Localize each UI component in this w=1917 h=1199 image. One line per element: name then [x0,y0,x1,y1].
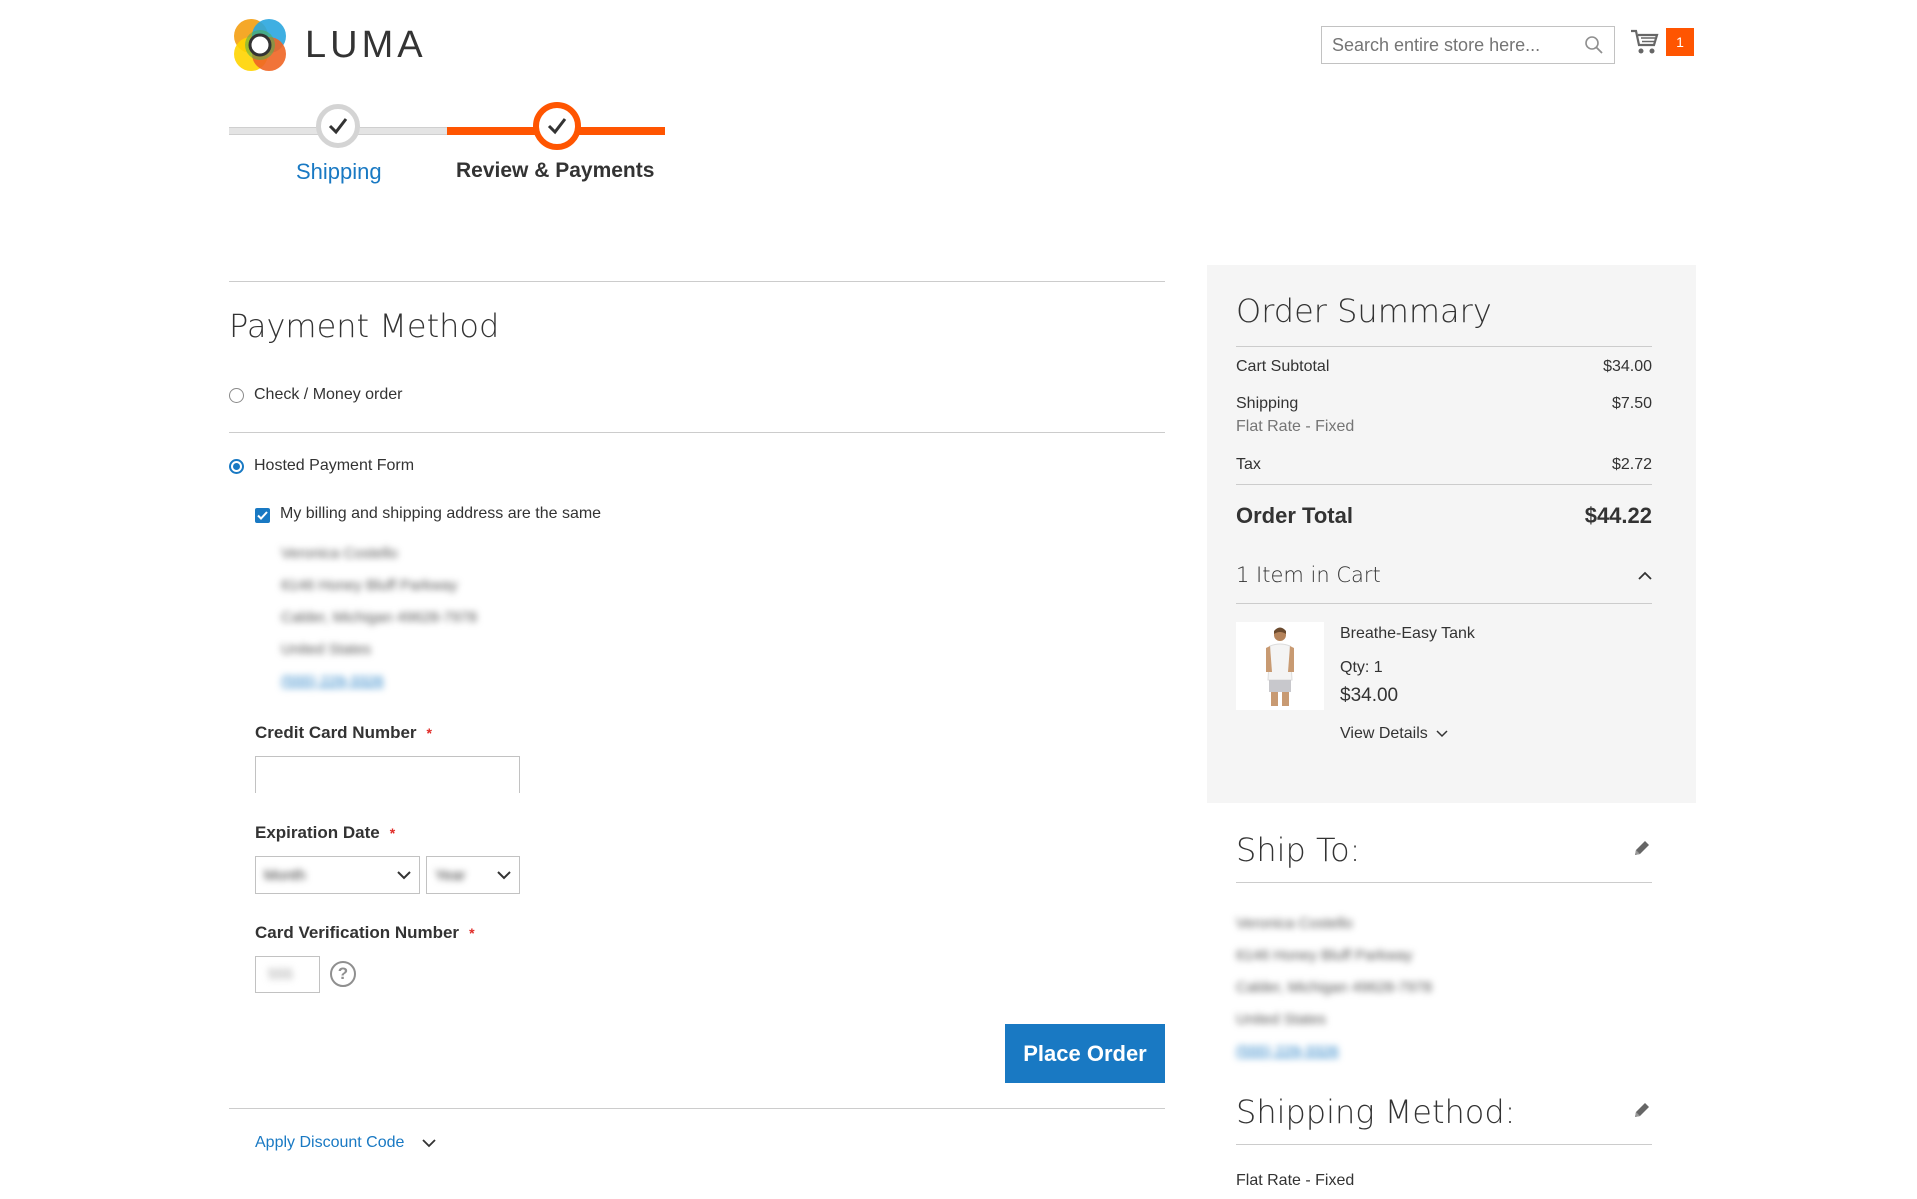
step-review-marker [533,102,581,150]
payment-method-title: Payment Method [229,307,500,345]
label-check-money-order[interactable]: Check / Money order [254,386,403,404]
chevron-down-icon [397,870,411,879]
required-marker: * [469,925,475,941]
cart-subtotal-label: Cart Subtotal [1236,358,1330,375]
items-divider [1236,603,1652,604]
shipping-label: Shipping [1236,395,1299,412]
tax-value: $2.72 [1611,456,1652,473]
chevron-down-icon [422,1138,437,1147]
checkmark-icon [547,118,567,135]
ship-to-divider [1236,882,1652,883]
summary-title-divider [1236,346,1652,347]
order-total-value: $44.22 [1584,503,1652,528]
payment-top-divider [229,281,1165,282]
same-address-checkbox[interactable] [255,508,270,523]
cvv-placeholder: 555 [268,966,294,983]
product-qty: Qty: 1 [1340,659,1383,676]
pencil-icon[interactable] [1632,838,1652,858]
cvv-input[interactable]: 555 [255,956,320,993]
product-thumbnail[interactable] [1236,622,1324,710]
required-marker: * [426,725,432,741]
billing-address-phone[interactable]: (555) 229-3326 [281,673,384,690]
product-image [1236,622,1324,710]
ship-to-country: United States [1236,1011,1327,1028]
summary-total-divider [1236,484,1652,485]
cart-subtotal-value: $34.00 [1603,358,1652,375]
ship-to-name: Veronica Costello [1236,915,1353,932]
radio-check-money-order[interactable] [229,388,244,403]
shipping-method-value: Flat Rate - Fixed [1236,1172,1355,1189]
items-in-cart-label[interactable]: 1 Item in Cart [1236,563,1381,587]
cvv-label-text: Card Verification Number [255,923,460,942]
payment-option-divider [229,432,1165,433]
cvv-label: Card Verification Number * [255,923,475,943]
ship-to-title: Ship To: [1236,831,1361,869]
luma-logo-icon [234,19,286,71]
billing-address-street: 6146 Honey Bluff Parkway [281,577,458,594]
pencil-icon[interactable] [1632,1100,1652,1120]
product-price: $34.00 [1340,685,1399,706]
view-details-text[interactable]: View Details [1340,725,1428,743]
step-review-label: Review & Payments [456,159,655,182]
apply-discount-text[interactable]: Apply Discount Code [255,1134,404,1152]
shipping-method-name: Flat Rate - Fixed [1236,418,1355,435]
chevron-up-icon[interactable] [1638,571,1652,580]
shipping-method-divider [1236,1144,1652,1145]
expiration-date-label-text: Expiration Date [255,823,380,842]
logo-text: LUMA [305,23,427,66]
view-details-toggle[interactable]: View Details [1340,725,1448,743]
ship-to-phone[interactable]: (555) 229-3326 [1236,1043,1339,1060]
label-hosted-payment-form[interactable]: Hosted Payment Form [254,457,414,475]
luma-logo[interactable]: LUMA [229,14,427,76]
payment-bottom-divider [229,1108,1165,1109]
minicart[interactable]: 1 [1630,28,1694,56]
cvv-help-icon[interactable]: ? [330,961,356,987]
items-in-cart-toggle[interactable]: 1 Item in Cart [1236,563,1652,587]
expiration-year-value: Year [435,866,466,884]
expiration-month-value: Month [264,866,306,884]
chevron-down-icon [497,870,511,879]
billing-address-city: Calder, Michigan 49628-7978 [281,609,477,626]
search-box[interactable] [1321,26,1615,64]
step-shipping-label[interactable]: Shipping [296,159,382,185]
order-total-label: Order Total [1236,503,1353,528]
expiration-year-select[interactable]: Year [426,856,520,894]
shipping-method-title: Shipping Method: [1236,1093,1516,1131]
same-address-label[interactable]: My billing and shipping address are the … [280,505,601,523]
chevron-down-icon [1436,730,1448,738]
order-summary-title: Order Summary [1236,292,1492,330]
cc-number-label-text: Credit Card Number [255,723,417,742]
expiration-date-label: Expiration Date * [255,823,395,843]
shipping-value: $7.50 [1611,395,1652,412]
billing-address-name: Veronica Costello [281,545,398,562]
cc-number-label: Credit Card Number * [255,723,432,743]
step-shipping-marker [316,104,360,148]
checkbox-check-icon [257,511,268,520]
ship-to-city: Calder, Michigan 49628-7978 [1236,979,1432,996]
required-marker: * [389,825,396,841]
product-name[interactable]: Breathe-Easy Tank [1340,625,1475,643]
radio-hosted-payment-form[interactable] [229,459,244,474]
place-order-button[interactable]: Place Order [1005,1024,1165,1083]
cart-icon[interactable] [1630,28,1660,56]
expiration-month-select[interactable]: Month [255,856,420,894]
checkmark-icon [328,118,348,135]
billing-address-country: United States [281,641,372,658]
search-icon[interactable] [1584,35,1604,55]
ship-to-street: 6146 Honey Bluff Parkway [1236,947,1413,964]
apply-discount-link[interactable]: Apply Discount Code [255,1134,437,1152]
cart-count-badge: 1 [1666,28,1694,56]
cc-number-input[interactable] [255,756,520,793]
tax-label: Tax [1236,456,1261,473]
search-input[interactable] [1332,34,1584,56]
